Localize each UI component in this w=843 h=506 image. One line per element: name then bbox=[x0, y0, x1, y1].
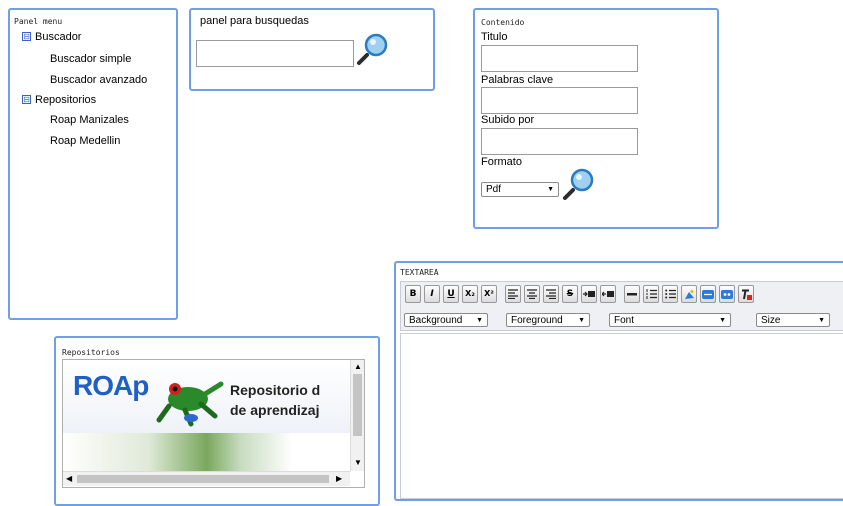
collapse-icon[interactable]: ⊟ bbox=[22, 32, 31, 41]
panel-menu-title: Panel menu bbox=[14, 17, 63, 26]
palabras-clave-label: Palabras clave bbox=[481, 74, 554, 86]
remove-format-button[interactable] bbox=[738, 285, 754, 303]
tree-item-roap-medellin[interactable]: Roap Medellin bbox=[50, 135, 120, 147]
tree-item-buscador[interactable]: ⊟ Buscador bbox=[22, 31, 81, 43]
unordered-list-button[interactable] bbox=[662, 285, 678, 303]
chevron-down-icon: ▼ bbox=[547, 186, 554, 193]
vertical-scrollbar[interactable]: ▲ ▼ bbox=[350, 360, 364, 471]
search-input[interactable] bbox=[196, 40, 354, 67]
foreground-select[interactable]: Foreground ▼ bbox=[506, 313, 590, 327]
titulo-field[interactable] bbox=[481, 45, 638, 72]
collapse-icon[interactable]: ⊟ bbox=[22, 95, 31, 104]
formato-label: Formato bbox=[481, 156, 522, 168]
align-center-button[interactable] bbox=[524, 285, 540, 303]
chevron-down-icon: ▼ bbox=[818, 317, 825, 324]
editor-area[interactable] bbox=[400, 333, 843, 499]
frog-icon bbox=[156, 381, 224, 427]
tree-label-repositorios: Repositorios bbox=[35, 94, 97, 106]
formato-select[interactable]: Pdf ▼ bbox=[481, 182, 559, 197]
chevron-down-icon: ▼ bbox=[476, 317, 483, 324]
roap-logo: ROAp bbox=[73, 370, 149, 401]
tree-item-buscador-simple[interactable]: Buscador simple bbox=[50, 53, 131, 65]
palabras-clave-field[interactable] bbox=[481, 87, 638, 114]
underline-button[interactable]: U bbox=[443, 285, 459, 303]
bold-button[interactable]: B bbox=[405, 285, 421, 303]
search-icon[interactable] bbox=[356, 32, 390, 66]
ordered-list-button[interactable] bbox=[643, 285, 659, 303]
scroll-left-icon[interactable]: ◀ bbox=[66, 474, 72, 483]
scroll-right-icon[interactable]: ▶ bbox=[336, 474, 342, 483]
contenido-panel: Contenido Titulo Palabras clave Subido p… bbox=[473, 8, 719, 229]
insert-link-button[interactable] bbox=[700, 285, 716, 303]
banner-text-line2: de aprendizaj bbox=[230, 402, 320, 418]
subido-por-label: Subido por bbox=[481, 114, 535, 126]
insert-image-button[interactable] bbox=[681, 285, 697, 303]
horizontal-rule-button[interactable] bbox=[624, 285, 640, 303]
tree-item-buscador-avanzado[interactable]: Buscador avanzado bbox=[50, 74, 147, 86]
textarea-title: TEXTAREA bbox=[400, 268, 439, 277]
horizontal-scrollbar[interactable]: ◀ ▶ bbox=[63, 471, 350, 486]
size-select[interactable]: Size ▼ bbox=[756, 313, 830, 327]
contenido-title: Contenido bbox=[481, 18, 525, 27]
chevron-down-icon: ▼ bbox=[578, 317, 585, 324]
align-right-button[interactable] bbox=[543, 285, 559, 303]
search-panel: panel para busquedas bbox=[189, 8, 435, 91]
italic-button[interactable]: I bbox=[424, 285, 440, 303]
tree-item-repositorios[interactable]: ⊟ Repositorios bbox=[22, 94, 96, 106]
align-left-button[interactable] bbox=[505, 285, 521, 303]
repositorios-title: Repositorios bbox=[62, 348, 120, 357]
search-icon[interactable] bbox=[562, 167, 596, 201]
scroll-up-icon[interactable]: ▲ bbox=[354, 362, 362, 371]
subido-por-field[interactable] bbox=[481, 128, 638, 155]
titulo-label: Titulo bbox=[481, 31, 508, 43]
indent-button[interactable] bbox=[581, 285, 597, 303]
repositorios-frame: ROAp Repositorio d de aprendizaj ▲ ▼ ◀ ▶ bbox=[62, 359, 365, 488]
superscript-button[interactable]: X² bbox=[481, 285, 497, 303]
background-select[interactable]: Background ▼ bbox=[404, 313, 488, 327]
tree-label-buscador: Buscador bbox=[35, 31, 82, 43]
tree-item-roap-manizales[interactable]: Roap Manizales bbox=[50, 114, 129, 126]
scrollbar-thumb[interactable] bbox=[77, 475, 329, 483]
roap-banner: ROAp Repositorio d de aprendizaj bbox=[63, 360, 350, 433]
search-panel-title: panel para busquedas bbox=[200, 15, 309, 27]
scrollbar-thumb[interactable] bbox=[353, 374, 362, 436]
scroll-down-icon[interactable]: ▼ bbox=[354, 458, 362, 467]
subscript-button[interactable]: X₂ bbox=[462, 285, 478, 303]
font-select[interactable]: Font ▼ bbox=[609, 313, 731, 327]
banner-text-line1: Repositorio d bbox=[230, 382, 321, 398]
outdent-button[interactable] bbox=[600, 285, 616, 303]
strikethrough-button[interactable]: S bbox=[562, 285, 578, 303]
panel-menu: Panel menu ⊟ Buscador Buscador simple Bus… bbox=[8, 8, 178, 320]
unlink-button[interactable] bbox=[719, 285, 735, 303]
chevron-down-icon: ▼ bbox=[719, 317, 726, 324]
banner-image bbox=[63, 433, 350, 471]
repositorios-panel: Repositorios ROAp Repositorio d de apren… bbox=[54, 336, 380, 506]
